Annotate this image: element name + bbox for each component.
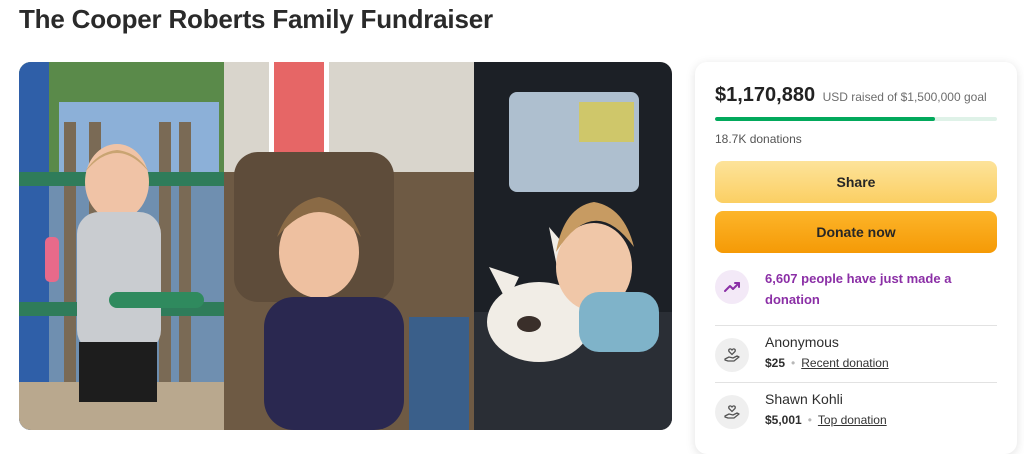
donor-amount: $5,001 xyxy=(765,413,802,427)
divider xyxy=(715,325,997,326)
progress-bar xyxy=(715,117,997,121)
donor-hand-heart-icon xyxy=(715,338,749,372)
separator-dot: • xyxy=(791,356,796,370)
donor-item: Anonymous $25 • Recent donation xyxy=(715,334,997,384)
donor-name: Anonymous xyxy=(765,334,839,350)
raised-goal-text: USD raised of $1,500,000 goal xyxy=(822,90,987,104)
donor-meta: $25 • Recent donation xyxy=(765,356,889,370)
top-donation-link[interactable]: Top donation xyxy=(818,413,887,427)
donor-amount: $25 xyxy=(765,356,786,370)
recent-donation-link[interactable]: Recent donation xyxy=(801,356,888,370)
share-button[interactable]: Share xyxy=(715,161,997,203)
donor-name: Shawn Kohli xyxy=(765,391,843,407)
trending-up-icon xyxy=(715,270,749,304)
donor-meta: $5,001 • Top donation xyxy=(765,413,887,427)
recent-activity-text: 6,607 people have just made a donation xyxy=(765,271,952,307)
donor-item: Shawn Kohli $5,001 • Top donation xyxy=(715,391,997,441)
page-title: The Cooper Roberts Family Fundraiser xyxy=(19,4,493,34)
donation-card: $1,170,880 USD raised of $1,500,000 goal… xyxy=(695,62,1017,454)
campaign-photo xyxy=(19,62,672,430)
recent-activity: 6,607 people have just made a donation xyxy=(715,268,997,322)
campaign-photo-collage xyxy=(19,62,672,430)
progress-bar-fill xyxy=(715,117,935,121)
donate-now-button[interactable]: Donate now xyxy=(715,211,997,253)
raised-amount: $1,170,880 xyxy=(715,84,816,106)
donation-count: 18.7K donations xyxy=(715,132,802,146)
donor-hand-heart-icon xyxy=(715,395,749,429)
amount-raised: $1,170,880 USD raised of $1,500,000 goal xyxy=(715,84,987,107)
divider xyxy=(715,382,997,383)
separator-dot: • xyxy=(807,413,812,427)
